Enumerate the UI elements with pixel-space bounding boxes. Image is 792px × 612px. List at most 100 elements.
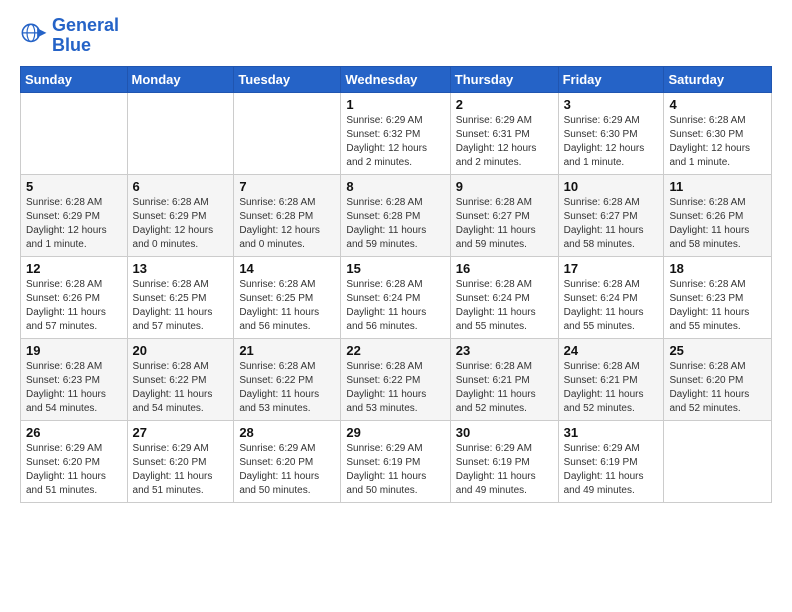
day-number: 18: [669, 261, 766, 276]
day-number: 9: [456, 179, 553, 194]
day-info: Sunrise: 6:29 AM Sunset: 6:20 PM Dayligh…: [239, 442, 335, 498]
day-number: 10: [564, 179, 659, 194]
day-number: 30: [456, 425, 553, 440]
day-info: Sunrise: 6:28 AM Sunset: 6:21 PM Dayligh…: [456, 360, 553, 416]
day-info: Sunrise: 6:28 AM Sunset: 6:22 PM Dayligh…: [133, 360, 229, 416]
day-number: 7: [239, 179, 335, 194]
day-info: Sunrise: 6:28 AM Sunset: 6:27 PM Dayligh…: [564, 196, 659, 252]
table-row: [234, 92, 341, 174]
table-row: 3Sunrise: 6:29 AM Sunset: 6:30 PM Daylig…: [558, 92, 664, 174]
day-info: Sunrise: 6:28 AM Sunset: 6:24 PM Dayligh…: [346, 278, 444, 334]
day-info: Sunrise: 6:28 AM Sunset: 6:23 PM Dayligh…: [26, 360, 122, 416]
day-info: Sunrise: 6:29 AM Sunset: 6:20 PM Dayligh…: [26, 442, 122, 498]
table-row: [664, 420, 772, 502]
day-info: Sunrise: 6:29 AM Sunset: 6:20 PM Dayligh…: [133, 442, 229, 498]
day-number: 12: [26, 261, 122, 276]
calendar-header-row: Sunday Monday Tuesday Wednesday Thursday…: [21, 66, 772, 92]
col-wednesday: Wednesday: [341, 66, 450, 92]
table-row: [21, 92, 128, 174]
table-row: 29 Sunrise: 6:29 AM Sunset: 6:19 PM Dayli…: [341, 420, 450, 502]
day-info: Sunrise: 6:28 AM Sunset: 6:24 PM Dayligh…: [456, 278, 553, 334]
logo-text-block: General Blue: [52, 16, 119, 56]
day-info: Sunrise: 6:28 AM Sunset: 6:30 PM Dayligh…: [669, 114, 766, 170]
day-number: 6: [133, 179, 229, 194]
calendar-week-row: 19 Sunrise: 6:28 AM Sunset: 6:23 PM Dayli…: [21, 338, 772, 420]
table-row: 20 Sunrise: 6:28 AM Sunset: 6:22 PM Dayli…: [127, 338, 234, 420]
day-number: 25: [669, 343, 766, 358]
col-tuesday: Tuesday: [234, 66, 341, 92]
day-number: 29: [346, 425, 444, 440]
day-info: Sunrise: 6:28 AM Sunset: 6:22 PM Dayligh…: [346, 360, 444, 416]
table-row: 21Sunrise: 6:28 AM Sunset: 6:22 PM Dayli…: [234, 338, 341, 420]
col-sunday: Sunday: [21, 66, 128, 92]
table-row: 14 Sunrise: 6:28 AM Sunset: 6:25 PM Dayli…: [234, 256, 341, 338]
day-number: 26: [26, 425, 122, 440]
day-info: Sunrise: 6:28 AM Sunset: 6:23 PM Dayligh…: [669, 278, 766, 334]
day-info: Sunrise: 6:28 AM Sunset: 6:20 PM Dayligh…: [669, 360, 766, 416]
table-row: 22 Sunrise: 6:28 AM Sunset: 6:22 PM Dayli…: [341, 338, 450, 420]
calendar-week-row: 12 Sunrise: 6:28 AM Sunset: 6:26 PM Dayli…: [21, 256, 772, 338]
day-number: 20: [133, 343, 229, 358]
table-row: 31 Sunrise: 6:29 AM Sunset: 6:19 PM Dayli…: [558, 420, 664, 502]
table-row: 19 Sunrise: 6:28 AM Sunset: 6:23 PM Dayli…: [21, 338, 128, 420]
day-info: Sunrise: 6:29 AM Sunset: 6:19 PM Dayligh…: [456, 442, 553, 498]
day-number: 28: [239, 425, 335, 440]
day-number: 8: [346, 179, 444, 194]
day-number: 11: [669, 179, 766, 194]
day-number: 23: [456, 343, 553, 358]
day-number: 17: [564, 261, 659, 276]
table-row: 13Sunrise: 6:28 AM Sunset: 6:25 PM Dayli…: [127, 256, 234, 338]
day-number: 1: [346, 97, 444, 112]
table-row: 18 Sunrise: 6:28 AM Sunset: 6:23 PM Dayli…: [664, 256, 772, 338]
table-row: 30 Sunrise: 6:29 AM Sunset: 6:19 PM Dayli…: [450, 420, 558, 502]
logo-icon: [20, 22, 48, 50]
day-info: Sunrise: 6:28 AM Sunset: 6:28 PM Dayligh…: [346, 196, 444, 252]
table-row: 1 Sunrise: 6:29 AM Sunset: 6:32 PM Daylig…: [341, 92, 450, 174]
day-info: Sunrise: 6:28 AM Sunset: 6:29 PM Dayligh…: [133, 196, 229, 252]
day-info: Sunrise: 6:28 AM Sunset: 6:22 PM Dayligh…: [239, 360, 335, 416]
page: General Blue Sunday Monday Tuesday Wedne…: [0, 0, 792, 519]
table-row: 12 Sunrise: 6:28 AM Sunset: 6:26 PM Dayli…: [21, 256, 128, 338]
table-row: 4 Sunrise: 6:28 AM Sunset: 6:30 PM Daylig…: [664, 92, 772, 174]
table-row: 9 Sunrise: 6:28 AM Sunset: 6:27 PM Daylig…: [450, 174, 558, 256]
day-info: Sunrise: 6:28 AM Sunset: 6:26 PM Dayligh…: [26, 278, 122, 334]
day-info: Sunrise: 6:28 AM Sunset: 6:26 PM Dayligh…: [669, 196, 766, 252]
table-row: 27Sunrise: 6:29 AM Sunset: 6:20 PM Dayli…: [127, 420, 234, 502]
day-number: 24: [564, 343, 659, 358]
table-row: 24 Sunrise: 6:28 AM Sunset: 6:21 PM Dayli…: [558, 338, 664, 420]
day-number: 31: [564, 425, 659, 440]
logo-general: General: [52, 15, 119, 35]
logo-blue: Blue: [52, 35, 91, 55]
table-row: 7Sunrise: 6:28 AM Sunset: 6:28 PM Daylig…: [234, 174, 341, 256]
day-info: Sunrise: 6:28 AM Sunset: 6:25 PM Dayligh…: [239, 278, 335, 334]
col-monday: Monday: [127, 66, 234, 92]
col-saturday: Saturday: [664, 66, 772, 92]
day-number: 13: [133, 261, 229, 276]
table-row: 26 Sunrise: 6:29 AM Sunset: 6:20 PM Dayli…: [21, 420, 128, 502]
day-info: Sunrise: 6:29 AM Sunset: 6:32 PM Dayligh…: [346, 114, 444, 170]
day-number: 22: [346, 343, 444, 358]
day-number: 2: [456, 97, 553, 112]
day-info: Sunrise: 6:29 AM Sunset: 6:30 PM Dayligh…: [564, 114, 659, 170]
table-row: 11 Sunrise: 6:28 AM Sunset: 6:26 PM Dayli…: [664, 174, 772, 256]
day-info: Sunrise: 6:29 AM Sunset: 6:19 PM Dayligh…: [346, 442, 444, 498]
table-row: 23 Sunrise: 6:28 AM Sunset: 6:21 PM Dayli…: [450, 338, 558, 420]
table-row: 28 Sunrise: 6:29 AM Sunset: 6:20 PM Dayli…: [234, 420, 341, 502]
day-number: 14: [239, 261, 335, 276]
day-info: Sunrise: 6:28 AM Sunset: 6:21 PM Dayligh…: [564, 360, 659, 416]
day-info: Sunrise: 6:29 AM Sunset: 6:19 PM Dayligh…: [564, 442, 659, 498]
table-row: 5Sunrise: 6:28 AM Sunset: 6:29 PM Daylig…: [21, 174, 128, 256]
table-row: [127, 92, 234, 174]
logo: General Blue: [20, 16, 119, 56]
col-friday: Friday: [558, 66, 664, 92]
col-thursday: Thursday: [450, 66, 558, 92]
header: General Blue: [20, 16, 772, 56]
day-number: 16: [456, 261, 553, 276]
table-row: 10 Sunrise: 6:28 AM Sunset: 6:27 PM Dayli…: [558, 174, 664, 256]
day-info: Sunrise: 6:28 AM Sunset: 6:27 PM Dayligh…: [456, 196, 553, 252]
day-number: 19: [26, 343, 122, 358]
calendar-week-row: 1 Sunrise: 6:29 AM Sunset: 6:32 PM Daylig…: [21, 92, 772, 174]
table-row: 17Sunrise: 6:28 AM Sunset: 6:24 PM Dayli…: [558, 256, 664, 338]
day-number: 4: [669, 97, 766, 112]
table-row: 2Sunrise: 6:29 AM Sunset: 6:31 PM Daylig…: [450, 92, 558, 174]
